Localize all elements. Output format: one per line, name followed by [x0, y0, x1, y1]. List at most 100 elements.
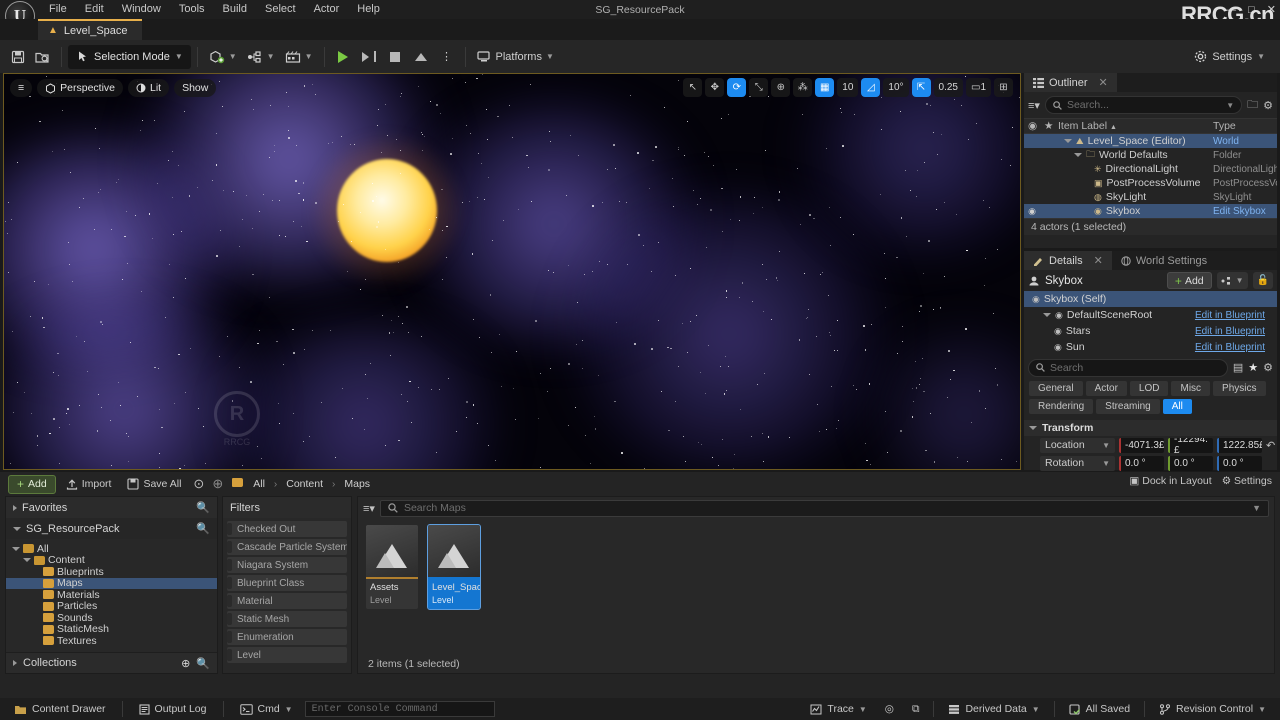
angle-snap-value[interactable]: 10°: [883, 78, 909, 97]
asset-tile-assets[interactable]: Assets Level: [366, 525, 418, 609]
details-chip-physics[interactable]: Physics: [1213, 381, 1266, 396]
filter-item-checked-out[interactable]: Checked Out: [227, 521, 347, 537]
chevron-down-icon[interactable]: [12, 546, 20, 551]
tab-world-settings[interactable]: World Settings: [1111, 251, 1217, 270]
view-options-icon[interactable]: ≡▾: [363, 502, 375, 515]
play-button[interactable]: [331, 45, 355, 69]
lock-icon[interactable]: 🔓: [1252, 272, 1273, 289]
filter-item-level[interactable]: Level: [227, 647, 347, 663]
output-log-button[interactable]: Output Log: [131, 700, 215, 718]
close-icon[interactable]: ✕: [1094, 254, 1103, 267]
scale-snap-value[interactable]: 0.25: [933, 78, 963, 97]
maximize-viewport-icon[interactable]: ⊞: [994, 78, 1013, 97]
menu-edit[interactable]: Edit: [76, 1, 113, 17]
outliner-search-input[interactable]: Search... ▼: [1044, 96, 1243, 114]
location-reset-icon[interactable]: ↶: [1266, 439, 1275, 452]
eject-button[interactable]: [409, 45, 433, 69]
close-icon[interactable]: ✕: [1099, 76, 1108, 89]
scale-snap-icon[interactable]: ⇱: [911, 78, 931, 97]
filter-item-static-mesh[interactable]: Static Mesh: [227, 611, 347, 627]
cb-dock-button[interactable]: ▣ Dock in Layout: [1129, 475, 1211, 487]
item-label-column[interactable]: Item Label ▲: [1058, 120, 1213, 132]
skip-button[interactable]: [357, 45, 381, 69]
content-drawer-button[interactable]: Content Drawer: [6, 700, 114, 718]
filter-icon[interactable]: ≡▾: [1028, 99, 1040, 112]
search-icon-3[interactable]: 🔍: [196, 657, 210, 670]
location-x-input[interactable]: -4071.3£: [1119, 437, 1164, 453]
cb-import-button[interactable]: Import: [60, 475, 118, 494]
assets-search-input[interactable]: Search Maps ▼: [379, 499, 1269, 517]
menu-tools[interactable]: Tools: [170, 1, 214, 17]
menu-file[interactable]: File: [40, 1, 76, 17]
breadcrumb-content[interactable]: Content: [283, 478, 326, 490]
details-chip-general[interactable]: General: [1029, 381, 1083, 396]
menu-build[interactable]: Build: [214, 1, 256, 17]
nav-forward-icon[interactable]: ⊕: [210, 476, 225, 492]
source-root-header[interactable]: SG_ResourcePack 🔍: [6, 518, 217, 539]
components-options-button[interactable]: ▼: [1216, 272, 1248, 289]
console-command-input[interactable]: Enter Console Command: [304, 701, 495, 717]
collections-footer[interactable]: Collections ⊕ 🔍: [6, 652, 217, 673]
gear-icon[interactable]: ⚙: [1263, 99, 1273, 112]
menu-select[interactable]: Select: [256, 1, 305, 17]
rotation-y-input[interactable]: 0.0 °: [1168, 455, 1213, 471]
world-coords-tool-icon[interactable]: ⊕: [771, 78, 791, 97]
outliner-row-level-space-editor[interactable]: ⛰ Level_Space (Editor) World: [1024, 134, 1277, 148]
source-tree-item-blueprints[interactable]: Blueprints: [6, 566, 217, 578]
trace-button[interactable]: Trace ▼: [802, 700, 874, 718]
new-folder-icon[interactable]: 🗀: [1247, 96, 1258, 115]
outliner-row-postprocessvolume[interactable]: ▣PostProcessVolumePostProcessVolume: [1024, 176, 1277, 190]
location-y-input[interactable]: -12294.£: [1168, 437, 1213, 453]
details-search-input[interactable]: Search: [1028, 358, 1228, 377]
transform-section-header[interactable]: Transform: [1024, 420, 1277, 436]
breadcrumb-maps[interactable]: Maps: [341, 478, 373, 490]
source-tree-item-all[interactable]: All: [6, 543, 217, 555]
details-chip-misc[interactable]: Misc: [1171, 381, 1211, 396]
camera-speed-value[interactable]: ▭ 1: [965, 78, 991, 97]
menu-help[interactable]: Help: [348, 1, 389, 17]
scale-tool-icon[interactable]: ⤡: [749, 78, 769, 97]
stop-button[interactable]: [383, 45, 407, 69]
viewport-menu-button[interactable]: ≡: [10, 79, 33, 97]
favorite-icon[interactable]: ★: [1248, 361, 1258, 374]
edit-in-blueprint-link[interactable]: Edit in Blueprint: [1195, 342, 1265, 353]
level-viewport[interactable]: ≡ Perspective Lit Show ↖ ✥ ⟳ ⤡ ⊕ ⁂ ▦ 10 …: [3, 73, 1021, 470]
cinematics-button[interactable]: ▼: [280, 45, 318, 69]
source-tree-item-staticmesh[interactable]: StaticMesh: [6, 623, 217, 635]
revision-control-button[interactable]: Revision Control ▼: [1151, 700, 1274, 718]
browse-content-button[interactable]: [30, 45, 55, 69]
edit-in-blueprint-link[interactable]: Edit in Blueprint: [1195, 310, 1265, 321]
grid-snap-value[interactable]: 10: [837, 78, 859, 97]
edit-in-blueprint-link[interactable]: Edit in Blueprint: [1195, 326, 1265, 337]
select-tool-icon[interactable]: ↖: [683, 78, 703, 97]
chevron-down-icon[interactable]: [1043, 313, 1051, 317]
platforms-button[interactable]: Platforms ▼: [472, 45, 559, 69]
source-tree-item-textures[interactable]: Textures: [6, 635, 217, 647]
details-chip-lod[interactable]: LOD: [1129, 381, 1169, 396]
cb-add-button[interactable]: + Add: [8, 474, 56, 494]
outliner-row-skylight[interactable]: ◍ SkyLight SkyLight: [1024, 190, 1277, 204]
type-column[interactable]: Type: [1213, 120, 1277, 132]
cb-settings-button[interactable]: ⚙ Settings: [1222, 475, 1272, 487]
search-icon-2[interactable]: 🔍: [196, 522, 210, 535]
trace-record-icon[interactable]: ◎: [877, 700, 902, 718]
grid-snap-icon[interactable]: ▦: [815, 78, 835, 97]
component-row-stars[interactable]: ◉ Stars Edit in Blueprint: [1024, 323, 1277, 339]
component-row-skybox-self[interactable]: ◉ Skybox (Self): [1024, 291, 1277, 307]
breadcrumb-all[interactable]: All: [250, 478, 268, 490]
source-tree-item-content[interactable]: Content: [6, 554, 217, 566]
search-icon[interactable]: 🔍: [196, 501, 210, 514]
filter-item-enumeration[interactable]: Enumeration: [227, 629, 347, 645]
derived-data-button[interactable]: Derived Data ▼: [940, 700, 1047, 718]
menu-actor[interactable]: Actor: [305, 1, 349, 17]
outliner-row-world-defaults[interactable]: 🗀 World Defaults Folder: [1024, 148, 1277, 162]
menu-window[interactable]: Window: [113, 1, 170, 17]
surface-snap-tool-icon[interactable]: ⁂: [793, 78, 813, 97]
all-saved-button[interactable]: All Saved: [1061, 700, 1138, 718]
outliner-row-skybox[interactable]: ◉ ◉ Skybox Edit Skybox: [1024, 204, 1277, 218]
filter-item-blueprint-class[interactable]: Blueprint Class: [227, 575, 347, 591]
source-tree-item-particles[interactable]: Particles: [6, 600, 217, 612]
source-tree-item-maps[interactable]: Maps: [6, 577, 217, 589]
lighting-mode-dropdown[interactable]: Lit: [128, 79, 170, 97]
add-collection-icon[interactable]: ⊕: [181, 657, 190, 670]
